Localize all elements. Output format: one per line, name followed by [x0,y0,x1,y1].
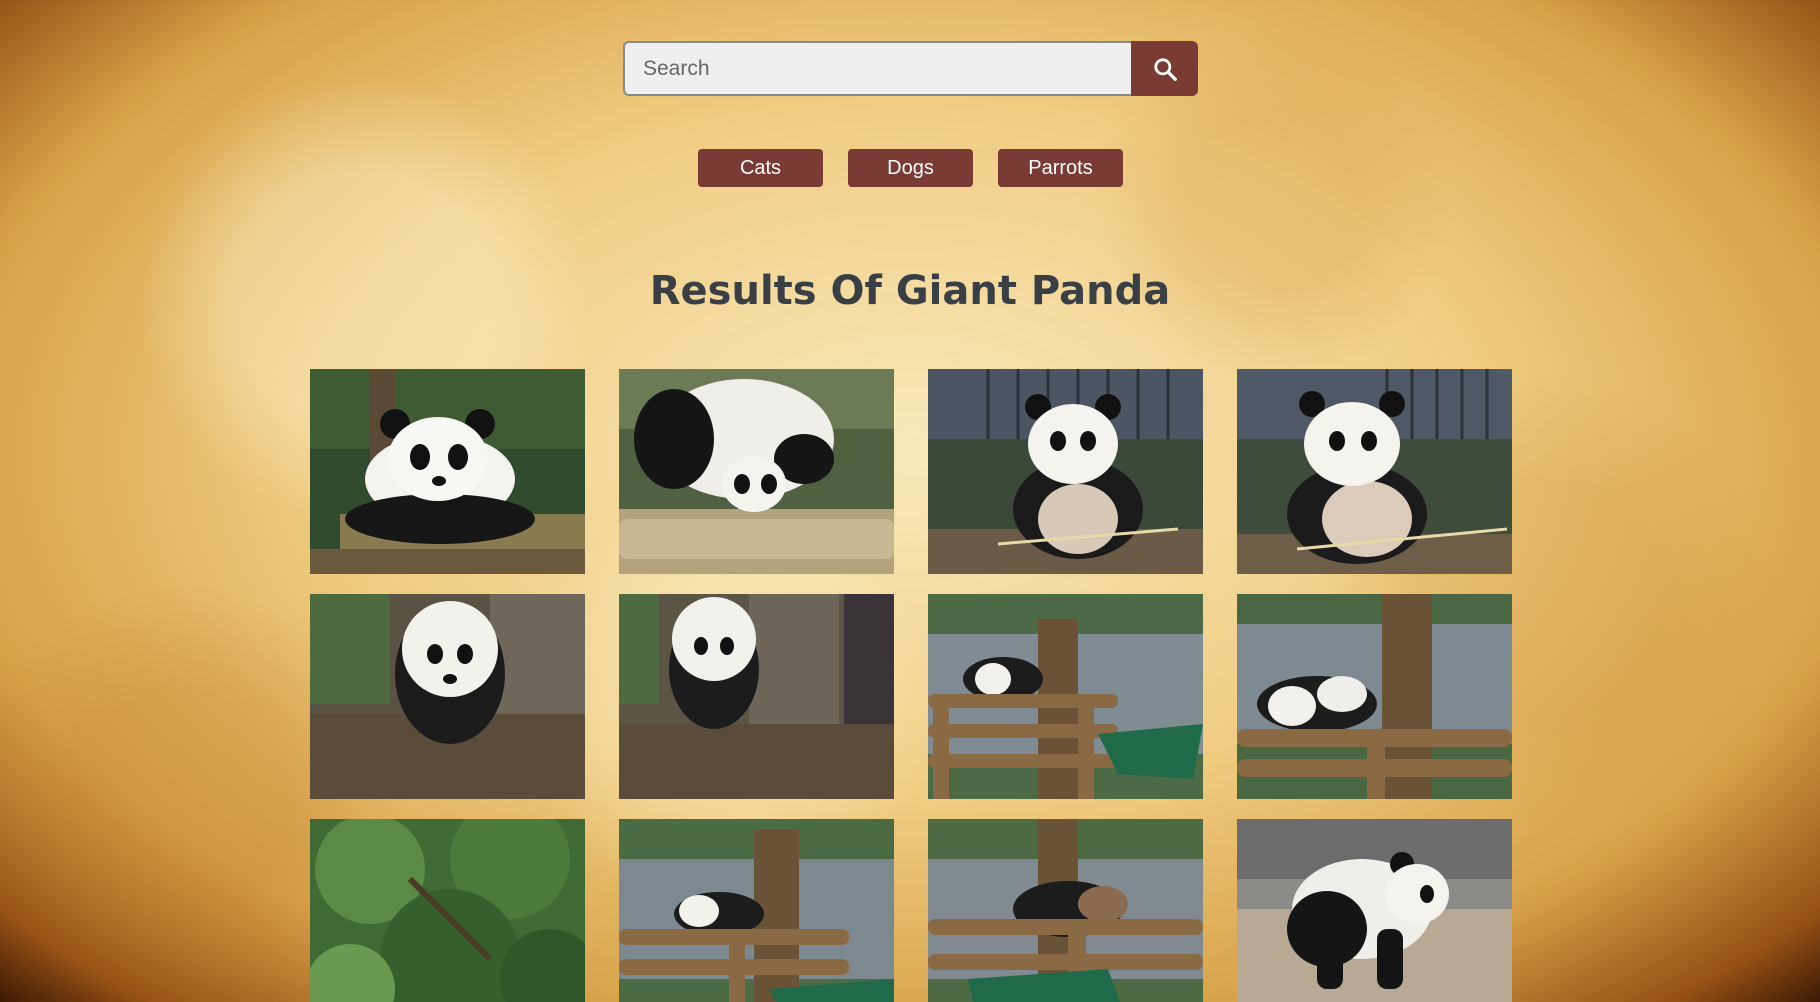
result-image-panda-by-tree[interactable] [619,594,894,799]
result-image-panda-in-enclosure[interactable] [619,819,894,1002]
image-results-grid [310,369,1512,1002]
result-image-panda-eating-bamboo[interactable] [619,369,894,574]
result-image-panda-walking-tree[interactable] [310,594,585,799]
result-image-panda-walking-ground[interactable] [1237,819,1512,1002]
search-button[interactable] [1131,41,1198,96]
result-image-panda-on-wooden-frame[interactable] [928,594,1203,799]
result-image-panda-resting-frame[interactable] [1237,594,1512,799]
result-image-panda-sitting-bamboo[interactable] [1237,369,1512,574]
result-image-panda-sitting-eating[interactable] [928,369,1203,574]
results-title: Results Of Giant Panda [649,268,1171,314]
result-image-panda-lying-on-log[interactable] [310,369,585,574]
category-button-dogs[interactable]: Dogs [848,149,973,187]
category-buttons: Cats Dogs Parrots [698,149,1123,187]
result-image-green-foliage[interactable] [310,819,585,1002]
category-button-parrots[interactable]: Parrots [998,149,1123,187]
search-bar [623,41,1198,96]
result-image-panda-climbing-frame[interactable] [928,819,1203,1002]
search-icon [1153,57,1177,81]
category-button-cats[interactable]: Cats [698,149,823,187]
search-input[interactable] [623,41,1131,96]
